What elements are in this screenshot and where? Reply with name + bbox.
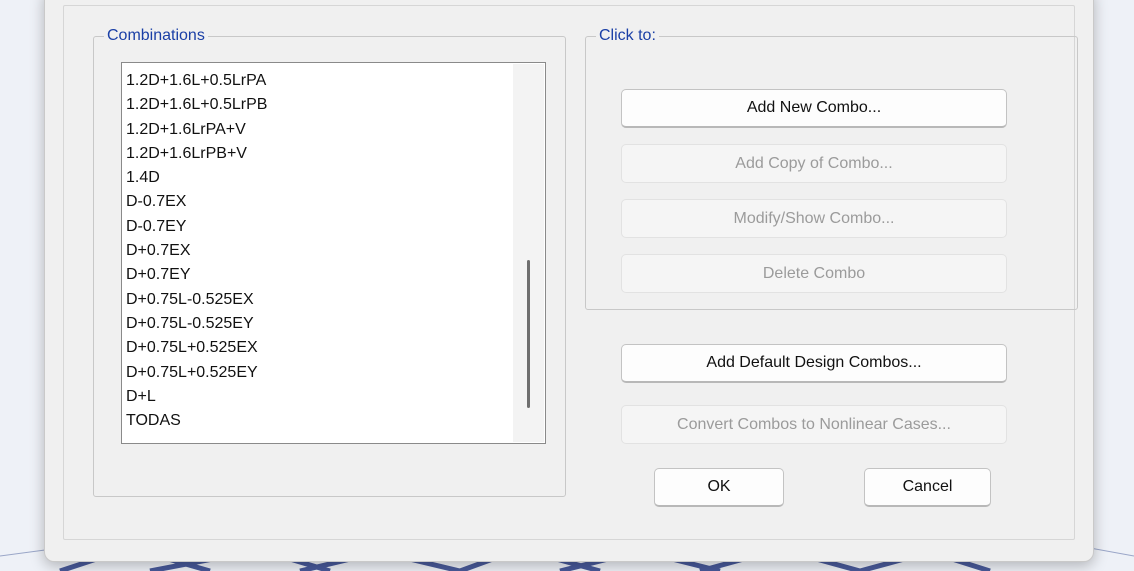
add-new-combo-button[interactable]: Add New Combo... [621,89,1007,128]
combo-list-item[interactable]: D+0.75L-0.525EX [126,288,511,312]
combo-list-item[interactable]: D-0.7EX [126,190,511,214]
ok-button[interactable]: OK [654,468,784,507]
combo-list-item[interactable]: 1.2D+1.6LrPB+V [126,142,511,166]
add-default-design-combos-button[interactable]: Add Default Design Combos... [621,344,1007,383]
combo-list-item[interactable]: 1.2D+1.6L+0.5LrPA [126,69,511,93]
cancel-button[interactable]: Cancel [864,468,991,507]
combinations-list: 1.2D+1.6L+0.5LrPA 1.2D+1.6L+0.5LrPB 1.2D+1… [126,69,511,433]
combo-list-item[interactable]: D+0.75L+0.525EX [126,336,511,360]
add-copy-of-combo-button[interactable]: Add Copy of Combo... [621,144,1007,183]
combo-list-item[interactable]: D+0.75L+0.525EY [126,361,511,385]
delete-combo-button[interactable]: Delete Combo [621,254,1007,293]
combinations-group-label: Combinations [104,27,208,45]
load-combinations-dialog: Combinations 1.2D+1.6L+0.5LrPA 1.2D+1.6L+… [44,0,1094,562]
combinations-listbox[interactable]: 1.2D+1.6L+0.5LrPA 1.2D+1.6L+0.5LrPB 1.2D+1… [121,62,546,444]
combo-list-item[interactable]: D+0.7EY [126,263,511,287]
combo-list-item[interactable]: D+0.75L-0.525EY [126,312,511,336]
convert-combos-to-nonlinear-cases-button[interactable]: Convert Combos to Nonlinear Cases... [621,405,1007,444]
scrollbar-thumb[interactable] [527,260,530,408]
modify-show-combo-button[interactable]: Modify/Show Combo... [621,199,1007,238]
combo-list-item[interactable]: TODAS [126,409,511,433]
combo-list-item[interactable]: 1.2D+1.6L+0.5LrPB [126,93,511,117]
combo-list-item[interactable]: 1.2D+1.6LrPA+V [126,118,511,142]
combinations-scrollbar[interactable] [513,64,544,442]
combo-list-item[interactable]: D-0.7EY [126,215,511,239]
combo-list-item[interactable]: 1.4D [126,166,511,190]
click-to-group-label: Click to: [596,27,659,45]
combo-list-item[interactable]: D+L [126,385,511,409]
combo-list-item[interactable]: D+0.7EX [126,239,511,263]
